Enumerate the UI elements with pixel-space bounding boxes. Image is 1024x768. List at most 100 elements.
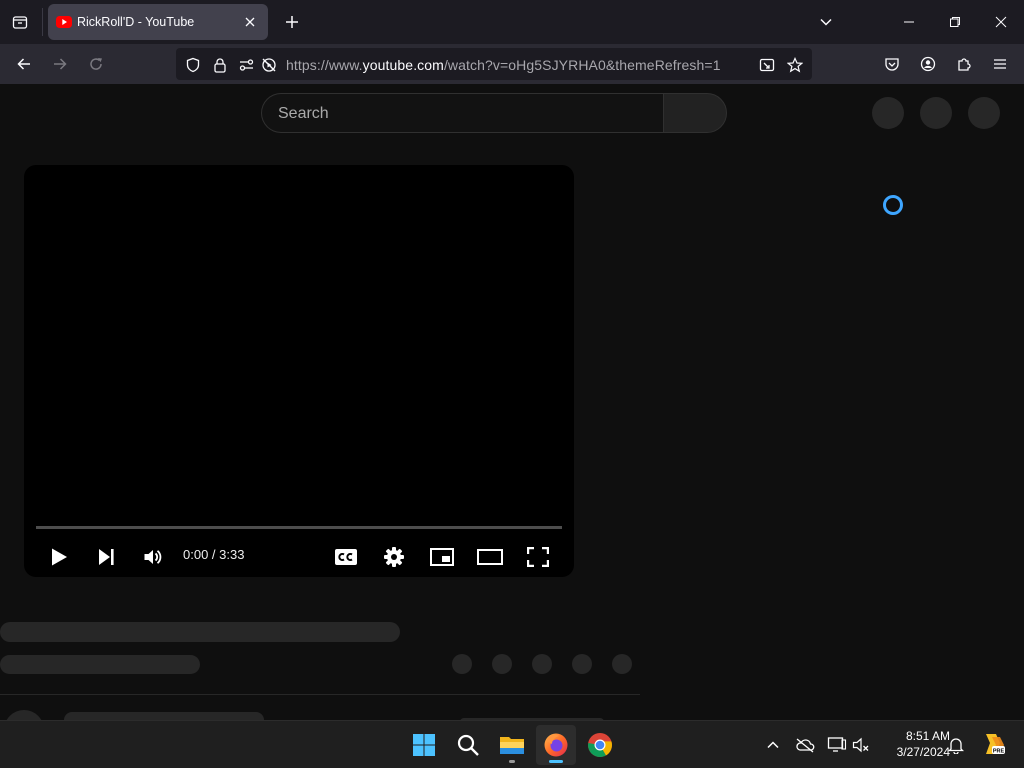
permissions-icon[interactable] [239, 56, 257, 74]
skip-next-icon [96, 547, 116, 567]
tab-youtube[interactable]: RickRoll'D - YouTube [48, 4, 268, 40]
clock[interactable]: 8:51 AM 3/27/2024 [878, 728, 950, 760]
reload-icon [88, 56, 104, 72]
restore-icon [949, 16, 961, 28]
tab-strip: RickRoll'D - YouTube [0, 0, 1024, 44]
search-input[interactable] [278, 105, 638, 123]
gear-icon [383, 546, 405, 568]
notification-bell-icon[interactable] [946, 735, 966, 755]
close-window-button[interactable] [978, 0, 1024, 44]
plus-icon [285, 15, 299, 29]
close-icon [245, 17, 255, 27]
close-icon [995, 16, 1007, 28]
action-placeholder [452, 654, 472, 674]
miniplayer-icon [430, 548, 454, 566]
miniplayer-button[interactable] [424, 539, 460, 575]
tab-list-icon [12, 14, 28, 30]
windows-taskbar: 8:51 AM 3/27/2024 PRE [0, 720, 1024, 768]
lock-icon[interactable] [211, 56, 229, 74]
minimize-icon [903, 16, 915, 28]
tab-close-button[interactable] [240, 12, 260, 32]
windows-start-icon [412, 733, 436, 757]
mute-button[interactable] [135, 539, 171, 575]
closed-captions-icon [334, 548, 358, 566]
play-button[interactable] [41, 539, 77, 575]
channel-placeholder [0, 655, 200, 674]
puzzle-icon [956, 56, 972, 72]
minimize-button[interactable] [886, 0, 932, 44]
extensions-button[interactable] [950, 50, 978, 78]
svg-text:PRE: PRE [993, 748, 1005, 754]
account-icon [920, 56, 936, 72]
search-button[interactable] [663, 93, 727, 133]
theater-mode-icon [477, 549, 503, 565]
arrow-right-icon [52, 56, 68, 72]
next-button[interactable] [88, 539, 124, 575]
header-button-placeholder[interactable] [920, 97, 952, 129]
forward-button[interactable] [46, 50, 74, 78]
action-placeholder [532, 654, 552, 674]
url-prefix: https://www. [286, 57, 363, 73]
youtube-icon [56, 15, 72, 29]
hamburger-menu-icon [992, 56, 1008, 72]
subtitles-button[interactable] [328, 539, 364, 575]
url-path: /watch?v=oHg5SJYRHA0&themeRefresh=1 [443, 57, 721, 73]
running-indicator [509, 760, 515, 763]
search-icon [456, 733, 480, 757]
file-explorer-button[interactable] [492, 725, 532, 765]
network-display-icon[interactable] [827, 735, 847, 755]
video-player[interactable]: 0:00 / 3:33 [24, 165, 574, 577]
volume-muted-icon[interactable] [852, 735, 872, 755]
loading-spinner [883, 195, 903, 215]
firefox-icon [543, 732, 569, 758]
fullscreen-icon [527, 547, 549, 567]
restore-button[interactable] [932, 0, 978, 44]
chevron-down-icon [819, 15, 833, 29]
autoplay-blocked-icon[interactable] [260, 56, 278, 74]
bookmark-star-icon[interactable] [786, 56, 804, 74]
menu-button[interactable] [986, 50, 1014, 78]
divider [0, 694, 640, 695]
start-button[interactable] [404, 725, 444, 765]
chrome-taskbar-button[interactable] [580, 725, 620, 765]
avatar-placeholder[interactable] [968, 97, 1000, 129]
pocket-button[interactable] [878, 50, 906, 78]
reader-view-icon[interactable] [758, 56, 776, 74]
tracking-protection-shield-icon[interactable] [184, 56, 202, 74]
reload-button[interactable] [82, 50, 110, 78]
volume-icon [143, 547, 163, 567]
onedrive-offline-icon[interactable] [795, 735, 815, 755]
list-all-tabs-button[interactable] [6, 8, 34, 36]
account-button[interactable] [914, 50, 942, 78]
title-placeholder [0, 622, 400, 642]
address-bar[interactable]: https://www.youtube.com/watch?v=oHg5SJYR… [176, 48, 812, 80]
fullscreen-button[interactable] [520, 539, 556, 575]
progress-bar[interactable] [36, 526, 562, 529]
tab-separator [42, 8, 43, 36]
clock-time: 8:51 AM [905, 729, 950, 743]
play-icon [49, 547, 69, 567]
show-hidden-icons-chevron-up-icon[interactable] [763, 735, 783, 755]
url-host: youtube.com [362, 57, 444, 73]
youtube-page: 0:00 / 3:33 [0, 84, 1024, 720]
taskbar-search-button[interactable] [448, 725, 488, 765]
pocket-icon [884, 56, 900, 72]
active-indicator [549, 760, 563, 763]
url-text[interactable]: https://www.youtube.com/watch?v=oHg5SJYR… [286, 57, 721, 73]
theater-mode-button[interactable] [472, 539, 508, 575]
tab-title: RickRoll'D - YouTube [77, 15, 195, 29]
header-button-placeholder[interactable] [872, 97, 904, 129]
arrow-left-icon [16, 56, 32, 72]
tab-overflow-button[interactable] [812, 8, 840, 36]
action-placeholder [492, 654, 512, 674]
search-box [261, 93, 663, 133]
action-placeholder [572, 654, 592, 674]
firefox-taskbar-button[interactable] [536, 725, 576, 765]
new-tab-button[interactable] [278, 8, 306, 36]
back-button[interactable] [10, 50, 38, 78]
clock-date: 3/27/2024 [896, 745, 950, 759]
chrome-icon [587, 732, 613, 758]
copilot-icon[interactable]: PRE [980, 731, 1006, 757]
settings-button[interactable] [376, 539, 412, 575]
navigation-toolbar: https://www.youtube.com/watch?v=oHg5SJYR… [0, 44, 1024, 84]
